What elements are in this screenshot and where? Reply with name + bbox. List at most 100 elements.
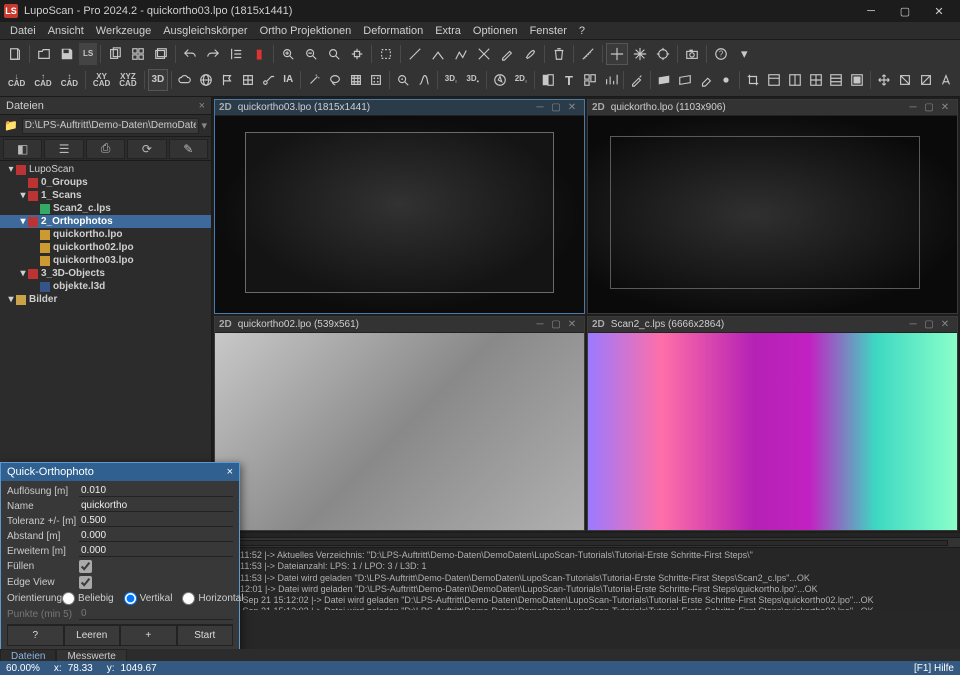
cad-xy-icon[interactable]: XYCAD xyxy=(89,69,114,91)
3d-icon[interactable]: 3D xyxy=(148,69,169,91)
name-input[interactable]: quickortho xyxy=(79,500,233,512)
menu-tools[interactable]: Werkzeuge xyxy=(90,25,157,37)
dashboard-icon[interactable] xyxy=(580,69,600,91)
folder-up-icon[interactable]: 📁 xyxy=(4,119,18,132)
pan-icon[interactable] xyxy=(346,43,368,65)
orient-any-radio[interactable]: Beliebig xyxy=(62,592,114,605)
flag-icon[interactable] xyxy=(217,69,237,91)
viewport-maximize-icon[interactable]: ▢ xyxy=(921,319,937,330)
erase-icon[interactable] xyxy=(696,69,716,91)
line-draw2-icon[interactable] xyxy=(427,43,449,65)
path-input[interactable] xyxy=(22,118,200,134)
tree-filter2-icon[interactable]: ☰ xyxy=(44,139,83,159)
ia-icon[interactable]: IA xyxy=(279,69,297,91)
crosshair-icon[interactable] xyxy=(606,43,628,65)
2d-sub-icon[interactable]: 2D▫ xyxy=(511,69,532,91)
files-panel-close-icon[interactable]: × xyxy=(199,100,205,112)
3d-sub2-icon[interactable]: 3D▪ xyxy=(462,69,483,91)
plane1-icon[interactable] xyxy=(654,69,674,91)
levels-icon[interactable] xyxy=(601,69,621,91)
brush-icon[interactable] xyxy=(519,43,541,65)
ls-icon[interactable]: LS xyxy=(79,43,97,65)
line-draw4-icon[interactable] xyxy=(473,43,495,65)
tree-item[interactable]: Scan2_c.lps xyxy=(0,202,211,215)
edgeview-checkbox[interactable] xyxy=(79,576,92,589)
menu-extra[interactable]: Extra xyxy=(429,25,467,37)
viewport-3[interactable]: 2Dquickortho02.lpo (539x561) ─ ▢ ✕ xyxy=(214,316,585,531)
globe-icon[interactable] xyxy=(196,69,216,91)
menu-window[interactable]: Fenster xyxy=(524,25,573,37)
undo-icon[interactable] xyxy=(179,43,201,65)
zoom-out-icon[interactable] xyxy=(300,43,322,65)
tree-filter5-icon[interactable]: ✎ xyxy=(169,139,208,159)
menu-help[interactable]: ? xyxy=(573,25,591,37)
tree-item[interactable]: quickortho03.lpo xyxy=(0,254,211,267)
viewport-header[interactable]: 2DScan2_c.lps (6666x2864) ─ ▢ ✕ xyxy=(588,317,957,333)
stop-icon[interactable]: ▮ xyxy=(248,43,270,65)
dialog-clear-button[interactable]: Leeren xyxy=(64,625,121,646)
menu-fitbodies[interactable]: Ausgleichskörper xyxy=(157,25,253,37)
orient-horizontal-radio[interactable]: Horizontal xyxy=(182,592,243,605)
label-icon[interactable] xyxy=(258,69,278,91)
chevron-down-icon[interactable]: ▾ xyxy=(733,43,755,65)
measure-icon[interactable] xyxy=(577,43,599,65)
cloud-icon[interactable] xyxy=(175,69,195,91)
layout2-icon[interactable] xyxy=(785,69,805,91)
menu-deformation[interactable]: Deformation xyxy=(357,25,429,37)
tree-item[interactable]: ▾3_3D-Objects xyxy=(0,267,211,280)
menu-options[interactable]: Optionen xyxy=(467,25,524,37)
plane2-icon[interactable] xyxy=(675,69,695,91)
viewport-canvas[interactable] xyxy=(215,116,584,313)
grid-icon[interactable] xyxy=(346,69,366,91)
line-draw3-icon[interactable] xyxy=(450,43,472,65)
viewport-canvas[interactable] xyxy=(588,116,957,313)
stack-icon[interactable] xyxy=(150,43,172,65)
copy-icon[interactable] xyxy=(104,43,126,65)
console-scrollbar[interactable] xyxy=(224,540,948,546)
tree-filter3-icon[interactable]: ⎙ xyxy=(86,139,125,159)
picker-icon[interactable] xyxy=(627,69,647,91)
extend-input[interactable]: 0.000 xyxy=(79,545,233,557)
viewport-close-icon[interactable]: ✕ xyxy=(564,319,580,330)
distance-input[interactable]: 0.000 xyxy=(79,530,233,542)
path-dropdown-icon[interactable]: ▾ xyxy=(201,119,207,132)
menu-ortho[interactable]: Ortho Projektionen xyxy=(254,25,358,37)
camera-icon[interactable] xyxy=(681,43,703,65)
move-icon[interactable] xyxy=(874,69,894,91)
tool-x1-icon[interactable] xyxy=(895,69,915,91)
dialog-close-icon[interactable]: × xyxy=(227,466,233,478)
save-icon[interactable] xyxy=(56,43,78,65)
snap1-icon[interactable] xyxy=(629,43,651,65)
dialog-start-button[interactable]: Start xyxy=(177,625,234,646)
tree-item[interactable]: ▾2_Orthophotos xyxy=(0,215,211,228)
menu-file[interactable]: Datei xyxy=(4,25,42,37)
layout4-icon[interactable] xyxy=(826,69,846,91)
close-button[interactable]: ✕ xyxy=(922,0,956,22)
contrast-icon[interactable] xyxy=(538,69,558,91)
tree-filter1-icon[interactable]: ◧ xyxy=(3,139,42,159)
tree-item[interactable]: quickortho.lpo xyxy=(0,228,211,241)
viewport-canvas[interactable] xyxy=(588,333,957,530)
zoom-fit-icon[interactable] xyxy=(323,43,345,65)
viewport-close-icon[interactable]: ✕ xyxy=(937,319,953,330)
viewport-header[interactable]: 2Dquickortho02.lpo (539x561) ─ ▢ ✕ xyxy=(215,317,584,333)
viewport-header[interactable]: 2Dquickortho03.lpo (1815x1441) ─ ▢ ✕ xyxy=(215,100,584,116)
cad1-icon[interactable]: ↓CAD xyxy=(4,69,29,91)
select-box-icon[interactable] xyxy=(375,43,397,65)
dialog-header[interactable]: Quick-Orthophoto × xyxy=(1,463,239,481)
cad-xyz-icon[interactable]: XYZCAD xyxy=(115,69,140,91)
tree-filter4-icon[interactable]: ⟳ xyxy=(127,139,166,159)
orient-vertical-radio[interactable]: Vertikal xyxy=(124,592,173,605)
viewport-maximize-icon[interactable]: ▢ xyxy=(548,102,564,113)
resolution-input[interactable]: 0.010 xyxy=(79,485,233,497)
compass-icon[interactable] xyxy=(490,69,510,91)
wand-icon[interactable] xyxy=(304,69,324,91)
windows-icon[interactable] xyxy=(127,43,149,65)
viewport-maximize-icon[interactable]: ▢ xyxy=(548,319,564,330)
crop-icon[interactable] xyxy=(743,69,763,91)
tree-item[interactable]: ▾LupoScan xyxy=(0,163,211,176)
dialog-help-button[interactable]: ? xyxy=(7,625,64,646)
zoom-in-icon[interactable] xyxy=(277,43,299,65)
help-icon[interactable]: ? xyxy=(710,43,732,65)
tree-item[interactable]: objekte.l3d xyxy=(0,280,211,293)
